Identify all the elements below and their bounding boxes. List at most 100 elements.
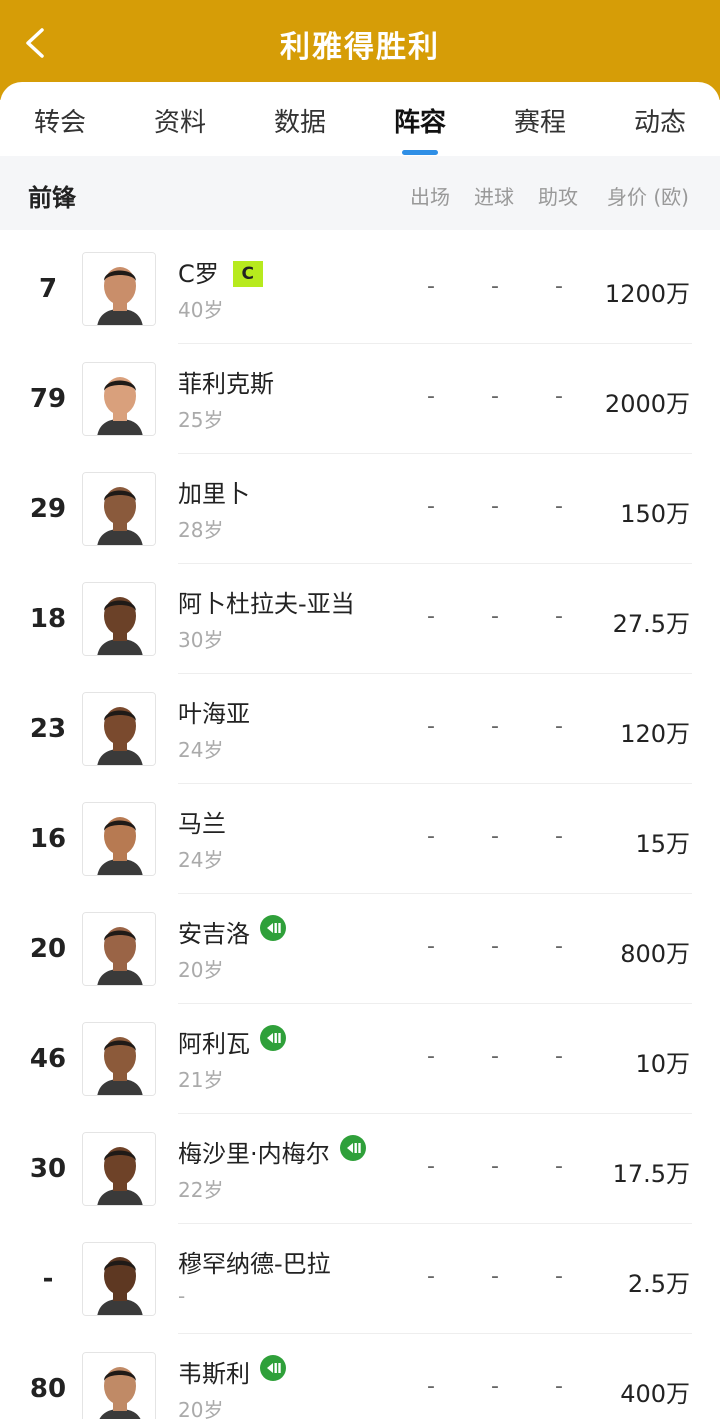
assists-value: -	[555, 934, 563, 959]
player-photo	[82, 252, 156, 326]
tab-stats[interactable]: 数据	[240, 102, 360, 139]
player-row[interactable]: 20 安吉洛 20岁 - - - 800万	[0, 894, 720, 1004]
player-row[interactable]: 7 C罗 C 40岁 - - - 1200万	[0, 234, 720, 344]
young-player-icon	[260, 1025, 286, 1051]
page-title: 利雅得胜利	[280, 30, 440, 65]
appearances-value: -	[427, 604, 435, 629]
shirt-number: 80	[29, 1374, 67, 1404]
player-age: 30岁	[178, 628, 224, 652]
market-value: 2000万	[604, 390, 690, 418]
player-name[interactable]: 韦斯利	[178, 1360, 250, 1388]
player-name[interactable]: 加里卜	[178, 480, 250, 508]
market-value: 1200万	[604, 280, 690, 308]
player-name[interactable]: 阿利瓦	[178, 1030, 250, 1058]
captain-badge: C	[232, 261, 263, 287]
player-photo	[82, 912, 156, 986]
assists-value: -	[555, 1374, 563, 1399]
tab-transfers[interactable]: 转会	[0, 102, 120, 139]
tab-profile[interactable]: 资料	[120, 102, 240, 139]
position-title: 前锋	[28, 184, 76, 212]
player-name[interactable]: 安吉洛	[178, 920, 250, 948]
goals-value: -	[491, 604, 499, 629]
goals-value: -	[491, 934, 499, 959]
player-row[interactable]: - 穆罕纳德-巴拉 - - - - 2.5万	[0, 1224, 720, 1334]
assists-value: -	[555, 1154, 563, 1179]
tab-bar: 转会 资料 数据 阵容 赛程 动态	[0, 82, 720, 156]
player-age: 21岁	[178, 1068, 224, 1092]
tab-news[interactable]: 动态	[600, 102, 720, 139]
young-player-icon	[260, 915, 286, 941]
goals-value: -	[491, 1264, 499, 1289]
player-age: 20岁	[178, 958, 224, 982]
player-age: 24岁	[178, 738, 224, 762]
shirt-number: 30	[29, 1154, 67, 1184]
col-market-value: 身价 (欧)	[607, 185, 689, 209]
player-age: 22岁	[178, 1178, 224, 1202]
market-value: 120万	[620, 720, 690, 748]
goals-value: -	[491, 1154, 499, 1179]
player-row[interactable]: 29 加里卜 28岁 - - - 150万	[0, 454, 720, 564]
assists-value: -	[555, 494, 563, 519]
col-assists: 助攻	[538, 185, 578, 209]
assists-value: -	[555, 1264, 563, 1289]
player-row[interactable]: 80 韦斯利 20岁 - - - 400万	[0, 1334, 720, 1419]
goals-value: -	[491, 494, 499, 519]
col-appearances: 出场	[410, 185, 450, 209]
position-header: 前锋 出场 进球 助攻 身价 (欧)	[0, 156, 720, 230]
player-age: 20岁	[178, 1398, 224, 1419]
market-value: 15万	[635, 830, 690, 858]
appearances-value: -	[427, 494, 435, 519]
player-row[interactable]: 79 菲利克斯 25岁 - - - 2000万	[0, 344, 720, 454]
player-age: 40岁	[178, 298, 224, 322]
player-name[interactable]: 穆罕纳德-巴拉	[178, 1250, 331, 1278]
col-goals: 进球	[474, 185, 514, 209]
goals-value: -	[491, 824, 499, 849]
player-name[interactable]: 梅沙里·内梅尔	[178, 1140, 330, 1168]
player-row[interactable]: 46 阿利瓦 21岁 - - - 10万	[0, 1004, 720, 1114]
shirt-number: 16	[29, 824, 67, 854]
appearances-value: -	[427, 274, 435, 299]
tab-squad[interactable]: 阵容	[360, 102, 480, 139]
appearances-value: -	[427, 1044, 435, 1069]
shirt-number: 29	[29, 494, 67, 524]
player-name[interactable]: 叶海亚	[178, 700, 250, 728]
player-photo	[82, 1352, 156, 1419]
player-name[interactable]: 菲利克斯	[178, 370, 274, 398]
shirt-number: 18	[29, 604, 67, 634]
player-row[interactable]: 18 阿卜杜拉夫-亚当 30岁 - - - 27.5万	[0, 564, 720, 674]
market-value: 27.5万	[612, 610, 690, 638]
appearances-value: -	[427, 1374, 435, 1399]
player-name[interactable]: 阿卜杜拉夫-亚当	[178, 590, 355, 618]
player-row[interactable]: 30 梅沙里·内梅尔 22岁 - - - 17.5万	[0, 1114, 720, 1224]
player-photo	[82, 1132, 156, 1206]
player-row[interactable]: 16 马兰 24岁 - - - 15万	[0, 784, 720, 894]
player-age: -	[178, 1284, 186, 1308]
shirt-number: 23	[29, 714, 67, 744]
player-photo	[82, 582, 156, 656]
player-photo	[82, 1242, 156, 1316]
market-value: 10万	[635, 1050, 690, 1078]
appearances-value: -	[427, 824, 435, 849]
player-name[interactable]: C罗	[178, 260, 219, 288]
player-photo	[82, 472, 156, 546]
player-age: 25岁	[178, 408, 224, 432]
active-tab-indicator	[402, 150, 438, 155]
goals-value: -	[491, 384, 499, 409]
young-player-icon	[260, 1355, 286, 1381]
shirt-number: 20	[29, 934, 67, 964]
assists-value: -	[555, 1044, 563, 1069]
shirt-number: -	[42, 1264, 54, 1294]
tab-schedule[interactable]: 赛程	[480, 102, 600, 139]
goals-value: -	[491, 1044, 499, 1069]
shirt-number: 79	[29, 384, 67, 414]
player-row[interactable]: 23 叶海亚 24岁 - - - 120万	[0, 674, 720, 784]
assists-value: -	[555, 824, 563, 849]
market-value: 2.5万	[627, 1270, 690, 1298]
market-value: 17.5万	[612, 1160, 690, 1188]
player-photo	[82, 692, 156, 766]
appearances-value: -	[427, 1154, 435, 1179]
player-name[interactable]: 马兰	[178, 810, 226, 838]
appearances-value: -	[427, 1264, 435, 1289]
shirt-number: 7	[38, 274, 58, 304]
appearances-value: -	[427, 934, 435, 959]
